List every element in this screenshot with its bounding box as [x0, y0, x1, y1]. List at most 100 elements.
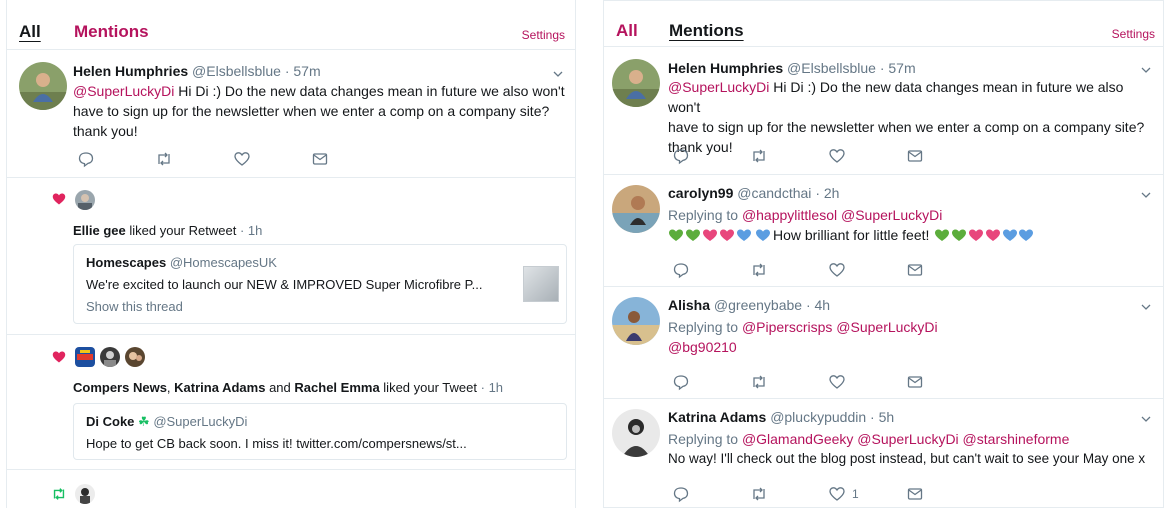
avatar[interactable]	[612, 59, 660, 107]
reply-icon	[673, 263, 689, 279]
retweet-button[interactable]	[750, 373, 768, 391]
chevron-down-icon[interactable]	[1141, 65, 1151, 75]
tweet-time[interactable]: · 4h	[806, 297, 830, 313]
user-name[interactable]: carolyn99	[668, 185, 733, 201]
direct-message-button[interactable]	[906, 261, 924, 279]
direct-message-button[interactable]	[906, 373, 924, 391]
tweet-actions: 1	[672, 485, 972, 503]
reply-button[interactable]	[672, 261, 690, 279]
tweet-actions	[672, 147, 972, 165]
user-handle[interactable]: @Elsbellsblue	[787, 60, 876, 76]
avatar[interactable]	[19, 62, 67, 110]
direct-message-button[interactable]	[906, 485, 924, 503]
settings-link[interactable]: Settings	[522, 28, 565, 42]
user-name[interactable]: Alisha	[668, 297, 710, 313]
mention-link[interactable]: @SuperLuckyDi	[73, 83, 174, 99]
reply-button[interactable]	[672, 485, 690, 503]
retweet-button[interactable]	[155, 150, 173, 168]
chevron-down-icon[interactable]	[1141, 302, 1151, 312]
media-thumbnail[interactable]	[523, 266, 559, 302]
avatar[interactable]	[75, 190, 95, 210]
tweet-header: carolyn99 @candcthai · 2h	[668, 185, 839, 201]
tweet[interactable]: Katrina Adams @pluckypuddin · 5h Replyin…	[604, 399, 1163, 507]
retweet-notification[interactable]	[7, 470, 575, 508]
like-notification[interactable]: Ellie gee liked your Retweet · 1h Homesc…	[7, 178, 575, 335]
mention-link[interactable]: @GlamandGeeky @SuperLuckyDi @starshinefo…	[742, 431, 1069, 447]
tab-bar: All Mentions Settings	[7, 0, 575, 50]
user-name[interactable]: Compers News	[73, 380, 167, 395]
tweet[interactable]: Helen Humphries @Elsbellsblue · 57m @Sup…	[7, 50, 575, 178]
like-button[interactable]: 1	[828, 485, 859, 503]
reply-button[interactable]	[77, 150, 95, 168]
like-notification[interactable]: Compers News, Katrina Adams and Rachel E…	[7, 335, 575, 470]
quoted-tweet[interactable]: Homescapes @HomescapesUK We're excited t…	[73, 244, 567, 324]
envelope-icon	[907, 150, 923, 162]
show-thread-link[interactable]: Show this thread	[86, 299, 183, 314]
user-name[interactable]: Katrina Adams	[668, 409, 766, 425]
like-button[interactable]	[828, 373, 846, 391]
retweet-icon	[753, 487, 765, 501]
direct-message-button[interactable]	[311, 150, 329, 168]
tweet[interactable]: Helen Humphries @Elsbellsblue · 57m @Sup…	[604, 47, 1163, 175]
tweet-time[interactable]: · 5h	[870, 409, 894, 425]
tweet-text-line: have to sign up for the newsletter when …	[668, 119, 1145, 135]
quoted-tweet[interactable]: Di Coke ☘ @SuperLuckyDi Hope to get CB b…	[73, 403, 567, 460]
heart-icon	[829, 263, 845, 277]
avatar[interactable]	[75, 484, 95, 504]
tweet-text: @SuperLuckyDi Hi Di :) Do the new data c…	[73, 81, 568, 141]
mention-link[interactable]: @SuperLuckyDi	[668, 79, 769, 95]
replying-to-label: Replying to	[668, 207, 739, 223]
user-name[interactable]: Ellie gee	[73, 223, 126, 238]
tweet[interactable]: carolyn99 @candcthai · 2h Replying to @h…	[604, 175, 1163, 287]
chevron-down-icon[interactable]	[1141, 190, 1151, 200]
avatar[interactable]	[612, 409, 660, 457]
hearts-emoji	[669, 229, 751, 241]
like-button[interactable]	[828, 147, 846, 165]
tweet-time[interactable]: · 57m	[880, 60, 916, 76]
retweet-button[interactable]	[750, 147, 768, 165]
tweet-header: Helen Humphries @Elsbellsblue · 57m	[668, 60, 916, 76]
retweet-button[interactable]	[750, 485, 768, 503]
user-handle[interactable]: @pluckypuddin	[770, 409, 866, 425]
notifications-panel-all: All Mentions Settings Helen Humphries @E…	[6, 0, 576, 508]
settings-link[interactable]: Settings	[1112, 27, 1155, 41]
user-name[interactable]: Helen Humphries	[668, 60, 783, 76]
tweet-text: @SuperLuckyDi Hi Di :) Do the new data c…	[668, 77, 1158, 157]
avatar[interactable]	[612, 185, 660, 233]
reply-icon	[673, 149, 689, 165]
retweet-button[interactable]	[750, 261, 768, 279]
tweet-text: Replying to @Piperscrisps @SuperLuckyDi …	[668, 317, 1158, 357]
avatar[interactable]	[125, 347, 145, 367]
reply-button[interactable]	[672, 147, 690, 165]
tab-mentions[interactable]: Mentions	[669, 21, 744, 41]
mention-link[interactable]: @bg90210	[668, 337, 1158, 357]
mention-link[interactable]: @Piperscrisps @SuperLuckyDi	[742, 319, 938, 335]
user-name[interactable]: Rachel Emma	[294, 380, 379, 395]
tab-all[interactable]: All	[616, 21, 638, 41]
avatar[interactable]	[612, 297, 660, 345]
avatar[interactable]	[100, 347, 120, 367]
like-button[interactable]	[828, 261, 846, 279]
envelope-icon	[907, 376, 923, 388]
direct-message-button[interactable]	[906, 147, 924, 165]
avatar[interactable]	[75, 347, 95, 367]
chevron-down-icon[interactable]	[553, 69, 563, 79]
user-name[interactable]: Katrina Adams	[174, 380, 265, 395]
reply-button[interactable]	[672, 373, 690, 391]
tab-all[interactable]: All	[19, 22, 41, 42]
user-handle[interactable]: @Elsbellsblue	[192, 63, 281, 79]
chevron-down-icon[interactable]	[1141, 414, 1151, 424]
tweet[interactable]: Alisha @greenybabe · 4h Replying to @Pip…	[604, 287, 1163, 399]
like-button[interactable]	[233, 150, 251, 168]
tab-mentions[interactable]: Mentions	[74, 22, 149, 42]
heart-icon	[829, 149, 845, 163]
heart-icon	[234, 152, 250, 166]
notification-time: · 1h	[239, 223, 263, 238]
user-name[interactable]: Helen Humphries	[73, 63, 188, 79]
retweet-icon	[753, 263, 765, 277]
user-handle[interactable]: @greenybabe	[714, 297, 802, 313]
mention-link[interactable]: @happylittlesol @SuperLuckyDi	[742, 207, 942, 223]
tweet-time[interactable]: · 2h	[815, 185, 839, 201]
user-handle[interactable]: @candcthai	[737, 185, 811, 201]
tweet-time[interactable]: · 57m	[285, 63, 321, 79]
